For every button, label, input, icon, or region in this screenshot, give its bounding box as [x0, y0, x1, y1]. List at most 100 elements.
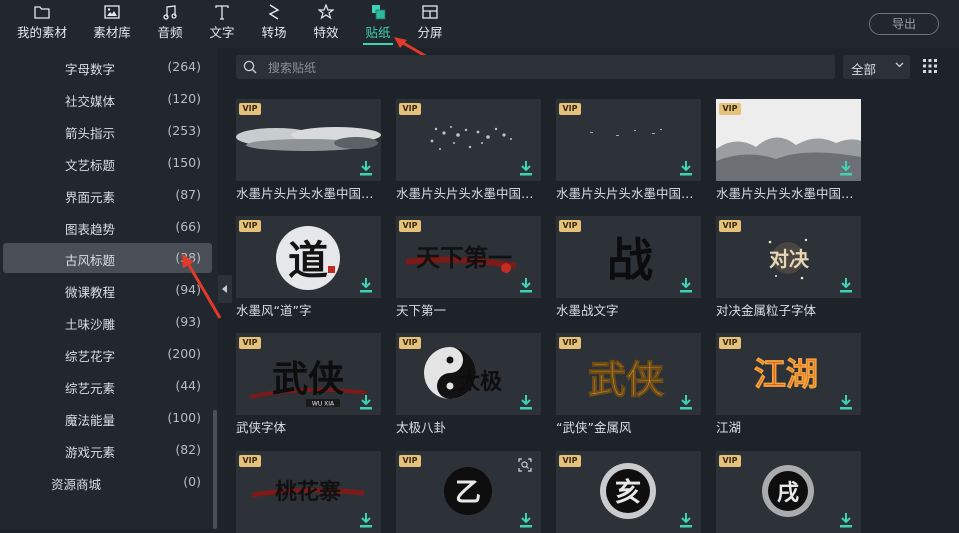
download-icon[interactable]: [840, 513, 852, 528]
star-effect-icon: [308, 3, 344, 21]
sidebar-item-chart-trends[interactable]: 图表趋势 (66): [3, 212, 212, 242]
sidebar-item-label: 图表趋势: [65, 222, 116, 237]
tab-audio-label: 音频: [157, 25, 183, 40]
download-icon[interactable]: [680, 395, 692, 410]
filter-dropdown[interactable]: 全部: [843, 55, 910, 79]
grid-view-icon[interactable]: [922, 58, 938, 74]
sticker-thumbnail: 江湖 VIP: [716, 333, 861, 415]
sticker-name: 太极八卦: [396, 420, 447, 435]
sidebar-scrollbar[interactable]: [213, 410, 217, 529]
export-button[interactable]: 导出: [869, 13, 939, 35]
sticker-thumbnail: 天下第一 VIP: [396, 216, 541, 298]
sidebar-item-label: 界面元素: [65, 190, 116, 205]
download-icon[interactable]: [840, 161, 852, 176]
tab-transition[interactable]: 转场: [256, 0, 292, 48]
tab-transition-label: 转场: [261, 25, 287, 40]
sidebar-item-count: (0): [183, 474, 201, 489]
download-icon[interactable]: [840, 395, 852, 410]
sidebar-item-art-titles[interactable]: 文艺标题 (150): [3, 148, 212, 178]
download-icon[interactable]: [680, 513, 692, 528]
tab-text[interactable]: 文字: [204, 0, 240, 48]
tab-library[interactable]: 素材库: [88, 0, 136, 48]
download-icon[interactable]: [520, 513, 532, 528]
sidebar-item-count: (264): [167, 59, 201, 74]
vip-badge: VIP: [719, 103, 741, 115]
vip-badge: VIP: [399, 337, 421, 349]
art-glyph: 武侠: [272, 358, 345, 400]
art-glyph: 乙: [455, 478, 481, 508]
sidebar-item-count: (200): [167, 346, 201, 361]
sticker-name: 天下第一: [396, 303, 447, 318]
sticker-thumbnail: 戌 VIP: [716, 451, 861, 533]
sidebar-item-label: 字母数字: [65, 62, 116, 77]
art-glyph: 太极: [458, 369, 503, 395]
sidebar-item-count: (66): [175, 219, 201, 234]
sticker-thumbnail: VIP: [556, 99, 701, 181]
download-icon[interactable]: [360, 513, 372, 528]
folder-icon: [10, 3, 74, 21]
download-icon[interactable]: [360, 161, 372, 176]
sidebar-item-label: 魔法能量: [65, 413, 116, 428]
download-icon[interactable]: [840, 278, 852, 293]
sidebar-item-variety-elements[interactable]: 综艺元素 (44): [3, 371, 212, 401]
vip-badge: VIP: [719, 337, 741, 349]
art-subtitle: WU XIA: [312, 401, 335, 408]
sticker-name: 水墨片头片头水墨中国风大气: [236, 186, 386, 201]
download-icon[interactable]: [360, 395, 372, 410]
sticker-name: 水墨战文字: [556, 303, 619, 318]
vip-badge: VIP: [559, 337, 581, 349]
vip-badge: VIP: [399, 455, 421, 467]
sidebar-item-resource-store[interactable]: 资源商城 (0): [3, 467, 212, 497]
sidebar-item-label: 综艺元素: [65, 381, 116, 396]
sidebar-item-count: (120): [167, 91, 201, 106]
tab-effects[interactable]: 特效: [308, 0, 344, 48]
sticker-thumbnail: VIP: [236, 99, 381, 181]
search-icon: [243, 60, 257, 74]
vip-badge: VIP: [719, 220, 741, 232]
tab-audio[interactable]: 音频: [152, 0, 188, 48]
sidebar-item-social-media[interactable]: 社交媒体 (120): [3, 84, 212, 114]
vip-badge: VIP: [239, 220, 261, 232]
vip-badge: VIP: [399, 220, 421, 232]
download-icon[interactable]: [360, 278, 372, 293]
zoom-preview-icon[interactable]: [518, 458, 532, 472]
sticker-name: 水墨片头片头水墨中国风大气: [396, 186, 546, 201]
sidebar-item-game-elements[interactable]: 游戏元素 (82): [3, 435, 212, 465]
sticker-name: 水墨风“道”字: [236, 303, 312, 318]
art-glyph: 桃花寨: [275, 479, 341, 505]
sidebar-item-label: 社交媒体: [65, 94, 116, 109]
sidebar-item-label: 综艺花字: [65, 349, 116, 364]
tab-text-label: 文字: [209, 25, 235, 40]
tab-my-media[interactable]: 我的素材: [10, 0, 74, 48]
sticker-thumbnail: VIP: [716, 99, 861, 181]
download-icon[interactable]: [680, 161, 692, 176]
sidebar-item-magic-energy[interactable]: 魔法能量 (100): [3, 403, 212, 433]
vip-badge: VIP: [239, 103, 261, 115]
art-glyph: 天下第一: [416, 243, 512, 272]
tab-library-label: 素材库: [93, 25, 131, 40]
sidebar-item-letters-numbers[interactable]: 字母数字 (264): [3, 52, 212, 82]
sidebar-item-variety-text[interactable]: 综艺花字 (200): [3, 339, 212, 369]
vip-badge: VIP: [719, 455, 741, 467]
sidebar-item-arrows[interactable]: 箭头指示 (253): [3, 116, 212, 146]
art-glyph: 戌: [777, 480, 799, 506]
vip-badge: VIP: [559, 220, 581, 232]
search-input[interactable]: [266, 55, 830, 81]
sidebar-item-count: (150): [167, 155, 201, 170]
download-icon[interactable]: [520, 161, 532, 176]
sticker-name: “武侠”金属风: [556, 420, 632, 435]
sticker-thumbnail: 武侠 VIP: [556, 333, 701, 415]
sidebar-item-label: 游戏元素: [65, 445, 116, 460]
art-glyph: 武侠: [588, 357, 665, 402]
sticker-name: 水墨片头片头水墨中国风大气: [556, 186, 706, 201]
sidebar-item-ui-elements[interactable]: 界面元素 (87): [3, 180, 212, 210]
sticker-name: 对决金属粒子字体: [716, 303, 817, 318]
download-icon[interactable]: [520, 278, 532, 293]
active-tab-indicator: [363, 43, 393, 45]
download-icon[interactable]: [520, 395, 532, 410]
sticker-name: 水墨片头片头水墨中国风大气: [716, 186, 866, 201]
sticker-thumbnail: 乙 VIP: [396, 451, 541, 533]
transition-icon: [256, 3, 292, 21]
download-icon[interactable]: [680, 278, 692, 293]
tab-my-media-label: 我的素材: [16, 25, 67, 40]
